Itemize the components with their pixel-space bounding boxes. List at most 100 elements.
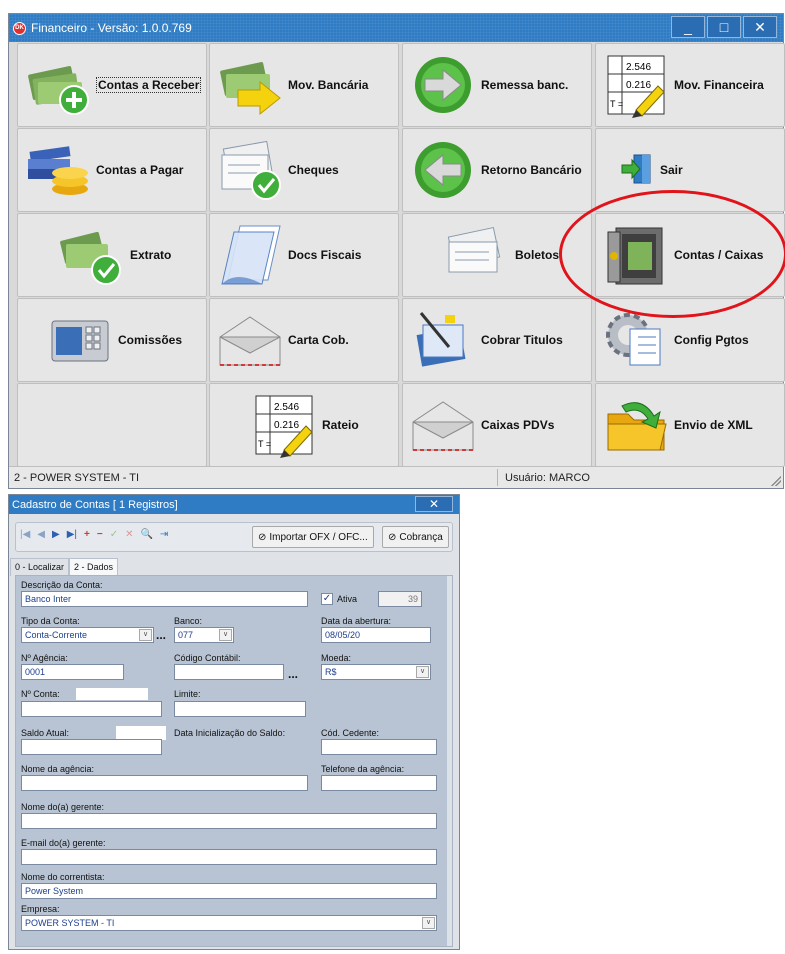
tile-label: Contas / Caixas [674,248,764,262]
ativa-checkbox[interactable]: ✓ [321,593,333,605]
tile-mov-financeira[interactable]: 2.546 0.216 T = Mov. Financeira [595,43,785,127]
email-gerente-input[interactable] [21,849,437,865]
tile-envio-xml[interactable]: Envio de XML [595,383,785,467]
tile-contas-a-pagar[interactable]: Contas a Pagar [17,128,207,212]
data-abertura-input[interactable]: 08/05/20 [321,627,431,643]
tile-contas-caixas[interactable]: Contas / Caixas [595,213,785,297]
tile-boletos[interactable]: Boletos [402,213,592,297]
maximize-button[interactable]: □ [707,16,741,38]
search-icon[interactable]: 🔍 [140,529,152,540]
money-add-icon [24,52,94,118]
tile-cobrar-titulos[interactable]: Cobrar Titulos [402,298,592,382]
add-record-icon[interactable]: + [84,529,90,540]
tile-rateio[interactable]: 2.546 0.216 T = Rateio [209,383,399,467]
more-options-icon[interactable]: ... [156,628,166,642]
first-record-icon[interactable]: |◀ [20,529,30,540]
title-bar[interactable]: DK Financeiro - Versão: 1.0.0.769 _ □ ✕ [9,14,783,42]
cod-cedente-input[interactable] [321,739,437,755]
prev-record-icon[interactable]: ◀ [37,529,45,540]
spreadsheet-pencil-icon: 2.546 0.216 T = [602,52,672,118]
last-record-icon[interactable]: ▶| [67,529,77,540]
redaction-block [116,726,166,740]
tile-label: Comissões [118,333,183,347]
tile-carta-cobranca[interactable]: Carta Cob. [209,298,399,382]
tab-localizar[interactable]: 0 - Localizar [10,558,70,576]
link-icon: ⊘ [258,531,267,543]
module-grid: Contas a Receber Mov. Bancária Remessa b… [9,43,785,467]
status-separator [497,469,498,486]
sheet-value-1: 2.546 [626,62,651,73]
close-button[interactable]: ✕ [415,496,453,512]
agencia-input[interactable]: 0001 [21,664,124,680]
tile-label: Contas a Receber [96,77,202,93]
tile-cheques[interactable]: Cheques [209,128,399,212]
nome-agencia-input[interactable] [21,775,308,791]
cancel-icon[interactable]: ✕ [125,529,133,540]
import-ofx-button[interactable]: ⊘ Importar OFX / OFC... [252,526,374,548]
descricao-input[interactable]: Banco Inter [21,591,308,607]
codigo-contabil-label: Código Contábil: [174,653,241,663]
resize-grip-icon[interactable] [771,476,781,486]
panel-scrollbar[interactable] [447,576,452,946]
saldo-label: Saldo Atual: [21,728,70,738]
tile-empty [17,383,207,467]
exit-door-icon [602,137,658,203]
chevron-down-icon[interactable]: ∨ [416,666,429,678]
tipo-conta-label: Tipo da Conta: [21,616,80,626]
safe-icon [602,222,672,288]
banco-select[interactable]: 077 ∨ [174,627,234,643]
banco-value: 077 [178,630,194,640]
tile-config-pgtos[interactable]: Config Pgtos [595,298,785,382]
tile-label: Remessa banc. [481,78,569,92]
telefone-agencia-input[interactable] [321,775,437,791]
empresa-value: POWER SYSTEM - TI [25,918,115,928]
next-record-icon[interactable]: ▶ [52,529,60,540]
tile-label: Cheques [288,163,339,177]
link-icon: ⊘ [388,531,397,543]
cobranca-button[interactable]: ⊘ Cobrança [382,526,449,548]
sheet-value-2: 0.216 [274,420,299,431]
saldo-input[interactable] [21,739,162,755]
moeda-select[interactable]: R$ ∨ [321,664,431,680]
limite-input[interactable] [174,701,306,717]
cobranca-label: Cobrança [399,531,443,543]
cod-cedente-label: Cód. Cedente: [321,728,380,738]
app-logo-icon: DK [13,21,26,35]
tile-extrato[interactable]: Extrato [17,213,207,297]
agencia-label: Nº Agência: [21,653,68,663]
close-button[interactable]: ✕ [743,16,777,38]
banco-label: Banco: [174,616,203,626]
codigo-contabil-input[interactable] [174,664,284,680]
tipo-conta-select[interactable]: Conta-Corrente ∨ [21,627,154,643]
tile-sair[interactable]: Sair [595,128,785,212]
gerente-input[interactable] [21,813,437,829]
confirm-icon[interactable]: ✓ [110,529,118,540]
tile-docs-fiscais[interactable]: Docs Fiscais [209,213,399,297]
tab-dados[interactable]: 2 - Dados [69,558,119,576]
exit-door-icon[interactable]: ⇥ [160,529,168,540]
tile-caixas-pdvs[interactable]: Caixas PDVs [402,383,592,467]
moeda-value: R$ [325,667,337,677]
tile-label: Mov. Financeira [674,78,764,92]
chevron-down-icon[interactable]: ∨ [219,629,232,641]
tipo-conta-value: Conta-Corrente [25,630,88,640]
delete-record-icon[interactable]: − [97,529,103,540]
tile-label: Boletos [515,248,560,262]
more-options-icon[interactable]: ... [288,667,298,681]
chevron-down-icon[interactable]: ∨ [139,629,152,641]
tile-retorno-bancario[interactable]: Retorno Bancário [402,128,592,212]
empresa-select[interactable]: POWER SYSTEM - TI ∨ [21,915,437,931]
tile-mov-bancaria[interactable]: Mov. Bancária [209,43,399,127]
conta-input[interactable] [21,701,162,717]
minimize-button[interactable]: _ [671,16,705,38]
chevron-down-icon[interactable]: ∨ [422,917,435,929]
tile-remessa-bancaria[interactable]: Remessa banc. [402,43,592,127]
title-bar[interactable]: Cadastro de Contas [ 1 Registros] ✕ [9,495,459,514]
correntista-input[interactable]: Power System [21,883,437,899]
tile-contas-a-receber[interactable]: Contas a Receber [17,43,207,127]
tile-label: Cobrar Titulos [481,333,563,347]
gear-checklist-icon [602,307,672,373]
data-abertura-label: Data da abertura: [321,616,392,626]
tile-comissoes[interactable]: Comissões [17,298,207,382]
arrow-left-circle-icon [409,137,479,203]
